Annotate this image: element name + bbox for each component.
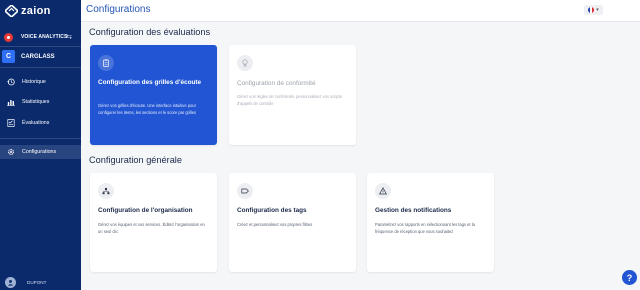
module-selector[interactable]: VOICE ANALYTICS ⇆ (4, 31, 78, 43)
card-notifications[interactable]: Gestion des notifications Paramétrez vos… (367, 173, 494, 272)
card-conformite[interactable]: Configuration de conformité Gérez vos rè… (229, 45, 356, 145)
sidebar-item-statistiques[interactable]: Statistiques (0, 95, 81, 109)
card-description: Gérez vos grilles d'écoute. Une interfac… (98, 103, 197, 115)
section-title-generale: Configuration générale (89, 155, 182, 165)
card-description: Gérez vos règles de conformité, personna… (237, 94, 342, 106)
checklist-icon (6, 119, 15, 128)
card-tags[interactable]: Configuration des tags Créez et personna… (229, 173, 356, 272)
avatar (5, 277, 16, 288)
sidebar-item-evaluations[interactable]: Évaluations (0, 116, 81, 130)
warning-icon (375, 183, 391, 199)
client-selector[interactable]: C CARGLASS (2, 49, 79, 64)
card-description: Gérez vos équipes et vos services. Édite… (98, 222, 205, 234)
client-badge: C (2, 50, 15, 63)
card-title: Configuration de l'organisation (98, 207, 193, 214)
sidebar-divider (0, 67, 81, 68)
logo-icon (5, 5, 18, 17)
sidebar-item-historique[interactable]: Historique (0, 75, 81, 89)
card-title: Gestion des notifications (375, 207, 452, 214)
client-name: CARGLASS (21, 53, 55, 60)
sidebar-item-configurations[interactable]: Configurations (0, 145, 81, 159)
card-title: Configuration des tags (237, 207, 307, 214)
card-title: Configuration de conformité (237, 80, 316, 87)
switch-module-icon[interactable]: ⇆ (66, 33, 72, 41)
module-label: VOICE ANALYTICS (21, 34, 68, 40)
bar-chart-icon (6, 98, 15, 107)
lightbulb-icon (237, 55, 253, 71)
sidebar-item-label: Historique (22, 79, 46, 85)
section-title-evaluations: Configuration des évaluations (89, 27, 211, 37)
card-organisation[interactable]: Configuration de l'organisation Gérez vo… (90, 173, 217, 272)
user-name: DUPONT (27, 280, 47, 285)
help-button[interactable]: ? (622, 270, 637, 285)
gear-icon (6, 148, 15, 157)
card-title: Configuration des grilles d'écoute (98, 79, 202, 86)
card-grilles-ecoute[interactable]: Configuration des grilles d'écoute Gérez… (90, 45, 217, 145)
sidebar-item-label: Configurations (22, 149, 57, 155)
top-header: Configurations ▾ (81, 0, 640, 22)
history-icon (6, 78, 15, 87)
clipboard-icon (98, 55, 114, 71)
tag-icon (237, 183, 253, 199)
french-flag-icon (588, 7, 595, 13)
sidebar-divider (0, 46, 81, 47)
language-selector[interactable]: ▾ (584, 5, 603, 15)
chevron-down-icon: ▾ (596, 7, 599, 13)
user-menu[interactable]: DUPONT (5, 277, 46, 288)
organization-icon (98, 183, 114, 199)
page-title: Configurations (86, 4, 151, 15)
card-description: Créez et personnalisez vos propres filtr… (237, 222, 313, 227)
brand-logo[interactable]: zaion (5, 4, 51, 18)
sidebar-item-label: Statistiques (22, 99, 50, 105)
sidebar-item-label: Évaluations (22, 120, 50, 126)
card-description: Paramétrez vos rapports en sélectionnant… (375, 222, 475, 234)
module-icon (4, 32, 13, 42)
sidebar: zaion VOICE ANALYTICS ⇆ C CARGLASS Histo… (0, 0, 81, 290)
brand-name: zaion (21, 5, 51, 17)
sidebar-divider (0, 138, 81, 139)
